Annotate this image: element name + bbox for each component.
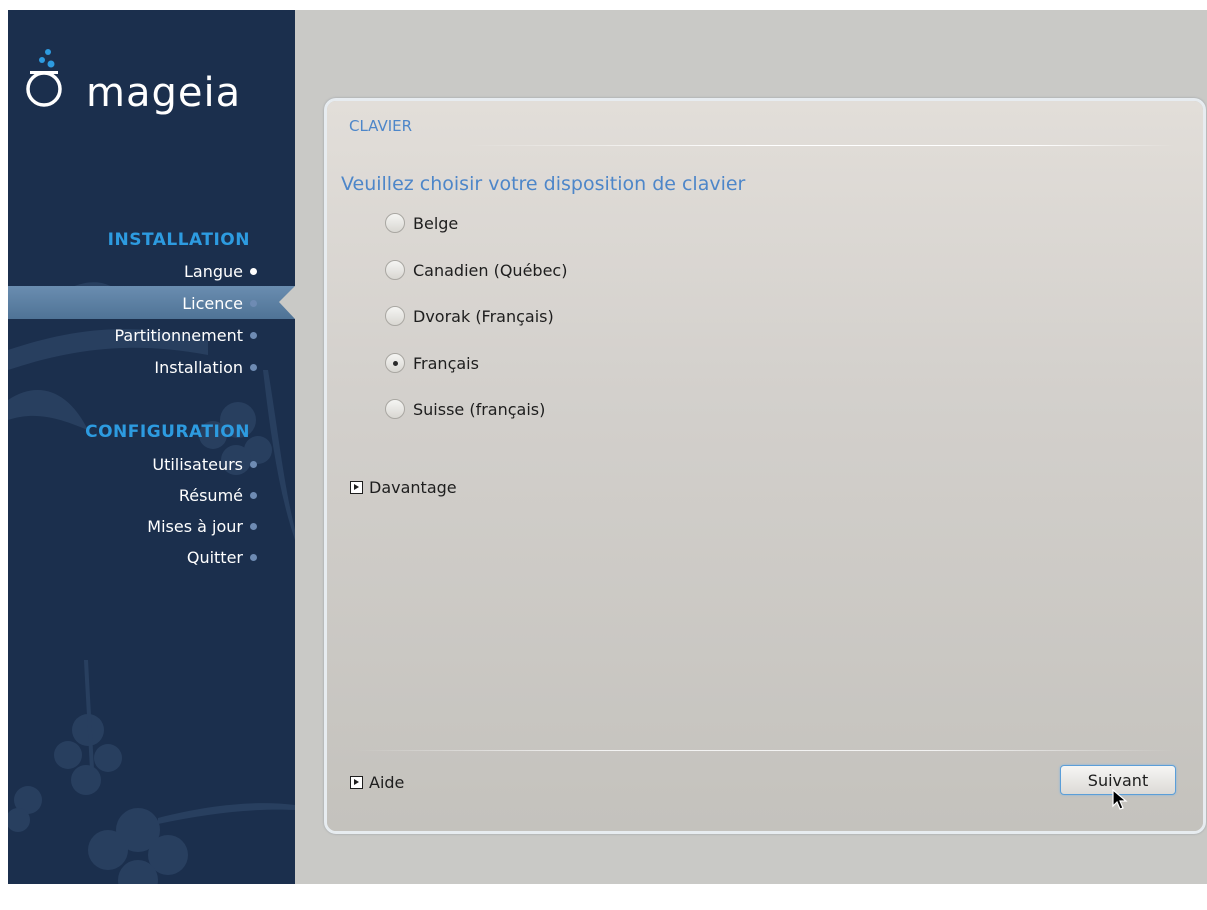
step-status-dot [250,332,257,339]
expand-arrow-icon [350,480,363,494]
step-langue: Langue [184,258,257,286]
step-status-dot [250,268,257,275]
step-status-dot [250,300,257,307]
radio-option-dvorak-francais[interactable]: Dvorak (Français) [385,301,554,331]
step-label: Utilisateurs [152,455,243,474]
page-title: CLAVIER [349,117,413,135]
radio-label: Dvorak (Français) [413,306,554,326]
keyboard-question: Veuillez choisir votre disposition de cl… [341,173,746,195]
step-status-dot [250,364,257,371]
step-label: Partitionnement [114,326,243,345]
radio-button[interactable] [385,399,405,419]
step-label: Langue [184,262,243,281]
step-label: Mises à jour [147,517,243,536]
radio-option-belge[interactable]: Belge [385,208,458,238]
more-label: Davantage [369,477,457,497]
title-divider [465,145,1175,146]
step-label: Résumé [178,486,243,505]
radio-label: Canadien (Québec) [413,260,568,280]
step-partitionnement: Partitionnement [114,322,257,350]
radio-button[interactable] [385,260,405,280]
radio-option-francais[interactable]: Français [385,348,479,378]
blossom-decoration [8,282,295,884]
logo-text: mageia [86,70,242,116]
step-mises-a-jour: Mises à jour [147,513,257,541]
radio-button-selected[interactable] [385,353,405,373]
installer-screen: mageia INSTALLATION Langue Licence Parti… [8,10,1207,884]
step-resume: Résumé [179,482,257,510]
mageia-logo-icon [26,49,62,107]
more-expander[interactable]: Davantage [350,475,457,499]
radio-option-canadien-quebec[interactable]: Canadien (Québec) [385,255,567,285]
step-status-dot [250,492,257,499]
step-installation: Installation [154,354,257,382]
step-label: Quitter [186,548,243,567]
radio-label: Belge [413,213,459,233]
step-status-dot [250,461,257,468]
step-utilisateurs: Utilisateurs [152,451,257,479]
radio-label: Français [413,353,479,373]
section-heading-installation: INSTALLATION [107,230,250,250]
step-status-dot [250,523,257,530]
help-expander[interactable]: Aide [350,770,404,794]
step-label: Licence [182,294,243,313]
sidebar: mageia INSTALLATION Langue Licence Parti… [8,10,295,884]
radio-button[interactable] [385,306,405,326]
keyboard-panel: CLAVIER Veuillez choisir votre dispositi… [324,98,1206,834]
step-label: Installation [154,358,243,377]
mageia-logo: mageia [24,42,284,122]
mouse-cursor-icon [1112,789,1128,810]
expand-arrow-icon [350,775,363,789]
radio-option-suisse-francais[interactable]: Suisse (français) [385,394,545,424]
radio-button[interactable] [385,213,405,233]
section-heading-configuration: CONFIGURATION [85,422,250,442]
step-status-dot [250,554,257,561]
help-label: Aide [369,772,405,792]
step-licence: Licence [182,290,257,318]
bottom-divider [355,750,1175,751]
radio-label: Suisse (français) [413,399,546,419]
step-quitter: Quitter [187,544,257,572]
